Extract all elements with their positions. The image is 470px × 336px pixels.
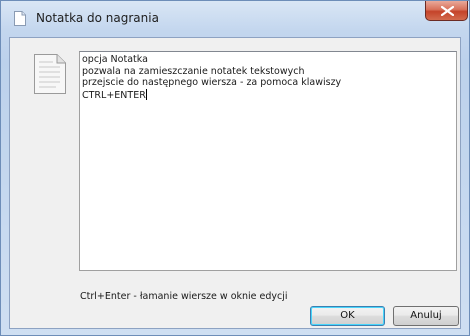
note-document-icon xyxy=(34,54,66,94)
note-line: opcja Notatka xyxy=(82,54,148,65)
note-line-text: CTRL+ENTER xyxy=(82,89,146,101)
hint-text: Ctrl+Enter - łamanie wiersze w oknie edy… xyxy=(80,291,288,302)
cancel-button[interactable]: Anuluj xyxy=(393,306,459,326)
close-icon xyxy=(441,6,454,16)
note-line: pozwala na zamieszczanie notatek tekstow… xyxy=(82,65,305,77)
close-button[interactable] xyxy=(425,1,468,21)
note-textarea[interactable]: opcja Notatka pozwala na zamieszczanie n… xyxy=(79,51,457,271)
note-line: przejscie do następnego wiersza - za pom… xyxy=(82,77,342,88)
dialog-body: opcja Notatka pozwala na zamieszczanie n… xyxy=(9,37,461,329)
note-line-last: CTRL+ENTER xyxy=(82,88,456,102)
ok-button[interactable]: OK xyxy=(310,306,385,326)
text-caret xyxy=(145,88,147,100)
title-bar[interactable]: Notatka do nagrania xyxy=(1,1,469,37)
dialog-window: Notatka do nagrania opcja Notatka pozwal… xyxy=(0,0,470,336)
window-title: Notatka do nagrania xyxy=(36,11,159,25)
document-icon xyxy=(14,11,26,26)
